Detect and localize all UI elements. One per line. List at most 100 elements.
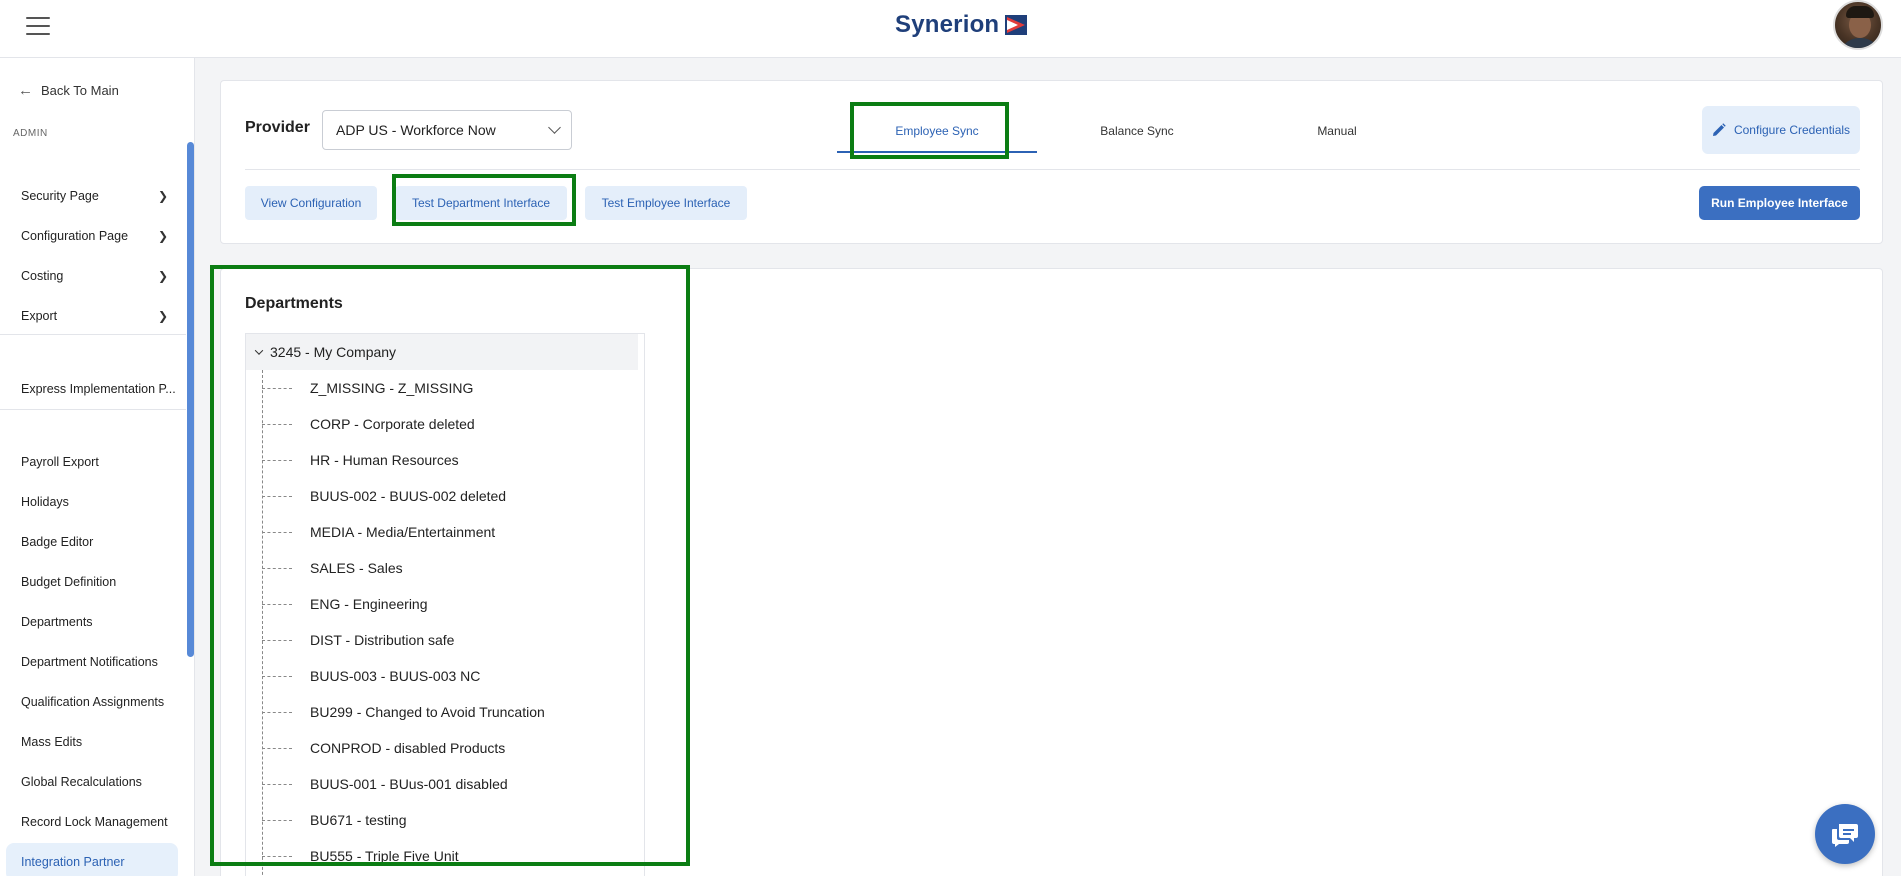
- sidebar-item-departments[interactable]: Departments: [6, 603, 178, 641]
- sidebar-item-mass-edits[interactable]: Mass Edits: [6, 723, 178, 761]
- tab-label: Employee Sync: [895, 124, 979, 138]
- tree-node-label: BUUS-003 - BUUS-003 NC: [310, 668, 481, 684]
- tree-node[interactable]: Z_MISSING - Z_MISSING: [262, 370, 638, 406]
- sidebar-item-costing[interactable]: Costing ❯: [6, 257, 178, 295]
- sidebar-scrollbar[interactable]: [187, 142, 194, 657]
- sidebar-item-label: Department Notifications: [21, 655, 158, 669]
- configure-credentials-label: Configure Credentials: [1733, 123, 1851, 137]
- configure-credentials-button[interactable]: Configure Credentials: [1702, 106, 1860, 154]
- sidebar-item-label: Integration Partner: [21, 855, 125, 869]
- provider-select-value: ADP US - Workforce Now: [336, 122, 496, 138]
- provider-select[interactable]: ADP US - Workforce Now: [322, 110, 572, 150]
- sidebar-item-department-notifications[interactable]: Department Notifications: [6, 643, 178, 681]
- chevron-right-icon: ❯: [157, 269, 168, 283]
- tab-label: Balance Sync: [1100, 124, 1174, 138]
- sidebar-item-configuration-page[interactable]: Configuration Page ❯: [6, 217, 178, 255]
- button-label: Test Department Interface: [411, 196, 551, 210]
- sidebar-item-label: Mass Edits: [21, 735, 83, 749]
- arrow-left-icon: ←: [18, 82, 33, 99]
- tree-node[interactable]: DIST - Distribution safe: [262, 622, 638, 658]
- sidebar-item-badge-editor[interactable]: Badge Editor: [6, 523, 178, 561]
- tab-employee-sync[interactable]: Employee Sync: [857, 111, 1017, 151]
- tree-node-label: BU555 - Triple Five Unit: [310, 848, 459, 864]
- tree-node[interactable]: BU299 - Changed to Avoid Truncation: [262, 694, 638, 730]
- tree-node[interactable]: BUUS-001 - BUus-001 disabled: [262, 766, 638, 802]
- active-tab-indicator: [837, 151, 1037, 153]
- tree-node[interactable]: CONPROD - disabled Products: [262, 730, 638, 766]
- top-header: Synerion: [0, 0, 1901, 58]
- tree-node[interactable]: ENG - Engineering: [262, 586, 638, 622]
- sidebar-item-global-recalculations[interactable]: Global Recalculations: [6, 763, 178, 801]
- back-to-main-link[interactable]: ← Back To Main: [18, 82, 119, 99]
- sidebar-item-label: Security Page: [21, 189, 99, 203]
- button-label: Run Employee Interface: [1711, 196, 1848, 210]
- tab-label: Manual: [1317, 124, 1357, 138]
- chevron-down-icon[interactable]: [254, 346, 264, 355]
- hamburger-menu-icon[interactable]: [26, 17, 50, 35]
- departments-card: Departments 3245 - My Company Z_MISSING …: [220, 268, 1883, 876]
- logo-flag-icon: [1005, 15, 1028, 35]
- chevron-down-icon: [548, 121, 561, 134]
- chevron-right-icon: ❯: [157, 229, 168, 243]
- sidebar-item-label: Costing: [21, 269, 64, 283]
- tree-node[interactable]: MEDIA - Media/Entertainment: [262, 514, 638, 550]
- tab-divider: [245, 169, 1860, 170]
- sidebar-item-record-lock-management[interactable]: Record Lock Management: [6, 803, 178, 841]
- sidebar-item-label: Holidays: [21, 495, 69, 509]
- tree-root-label: 3245 - My Company: [270, 344, 397, 360]
- tree-node[interactable]: HR - Human Resources: [262, 442, 638, 478]
- sidebar-item-label: Export: [21, 309, 58, 323]
- chevron-right-icon: ❯: [157, 189, 168, 203]
- button-label: Test Employee Interface: [601, 196, 731, 210]
- tree-node[interactable]: BUUS-002 - BUUS-002 deleted: [262, 478, 638, 514]
- sidebar: ← Back To Main ADMIN Security Page ❯ Con…: [0, 58, 195, 876]
- chevron-right-icon: ❯: [157, 309, 168, 323]
- tree-node[interactable]: BU671 - testing: [262, 802, 638, 838]
- tab-balance-sync[interactable]: Balance Sync: [1057, 111, 1217, 151]
- tree-node-label: CONPROD - disabled Products: [310, 740, 506, 756]
- tree-node[interactable]: SALES - Sales: [262, 550, 638, 586]
- departments-title: Departments: [245, 295, 343, 312]
- tree-node-label: ENG - Engineering: [310, 596, 428, 612]
- sidebar-item-express-implementation[interactable]: Express Implementation P...: [6, 370, 178, 408]
- tree-node[interactable]: CORP - Corporate deleted: [262, 406, 638, 442]
- tab-manual[interactable]: Manual: [1257, 111, 1417, 151]
- sidebar-item-label: Payroll Export: [21, 455, 99, 469]
- synerion-logo[interactable]: Synerion: [895, 10, 1028, 40]
- tree-node[interactable]: BU555 - Triple Five Unit: [262, 838, 638, 874]
- pencil-icon: [1712, 123, 1726, 136]
- test-department-interface-button[interactable]: Test Department Interface: [395, 186, 567, 220]
- chat-button[interactable]: [1815, 804, 1875, 864]
- tree-node-label: BUUS-002 - BUUS-002 deleted: [310, 488, 507, 504]
- departments-tree: 3245 - My Company Z_MISSING - Z_MISSING …: [245, 333, 645, 876]
- logo-text: Synerion: [895, 11, 1000, 38]
- sidebar-item-security-page[interactable]: Security Page ❯: [6, 177, 178, 215]
- user-avatar[interactable]: [1833, 0, 1883, 50]
- tree-node-label: DIST - Distribution safe: [310, 632, 455, 648]
- sidebar-item-label: Record Lock Management: [21, 815, 168, 829]
- sidebar-item-integration-partner[interactable]: Integration Partner: [6, 843, 178, 876]
- sidebar-item-label: Departments: [21, 615, 93, 629]
- run-employee-interface-button[interactable]: Run Employee Interface: [1699, 186, 1860, 220]
- test-employee-interface-button[interactable]: Test Employee Interface: [585, 186, 747, 220]
- tree-root-node[interactable]: 3245 - My Company: [246, 334, 638, 370]
- sidebar-item-label: Global Recalculations: [21, 775, 142, 789]
- sidebar-item-budget-definition[interactable]: Budget Definition: [6, 563, 178, 601]
- admin-section-label: ADMIN: [13, 128, 48, 139]
- view-configuration-button[interactable]: View Configuration: [245, 186, 377, 220]
- sidebar-item-label: Budget Definition: [21, 575, 117, 589]
- sidebar-item-export[interactable]: Export ❯: [6, 297, 178, 335]
- tree-node-label: BUUS-001 - BUus-001 disabled: [310, 776, 508, 792]
- tree-node-label: HR - Human Resources: [310, 452, 459, 468]
- sidebar-item-label: Express Implementation P...: [21, 382, 176, 396]
- sidebar-item-holidays[interactable]: Holidays: [6, 483, 178, 521]
- sidebar-item-payroll-export[interactable]: Payroll Export: [6, 443, 178, 481]
- sidebar-item-label: Configuration Page: [21, 229, 129, 243]
- back-to-main-label: Back To Main: [41, 83, 119, 98]
- integration-toolbar-card: Provider ADP US - Workforce Now Employee…: [220, 80, 1883, 244]
- sidebar-item-qualification-assignments[interactable]: Qualification Assignments: [6, 683, 178, 721]
- sidebar-item-label: Badge Editor: [21, 535, 94, 549]
- tree-node-label: BU299 - Changed to Avoid Truncation: [310, 704, 545, 720]
- tree-node-label: MEDIA - Media/Entertainment: [310, 524, 496, 540]
- tree-node[interactable]: BUUS-003 - BUUS-003 NC: [262, 658, 638, 694]
